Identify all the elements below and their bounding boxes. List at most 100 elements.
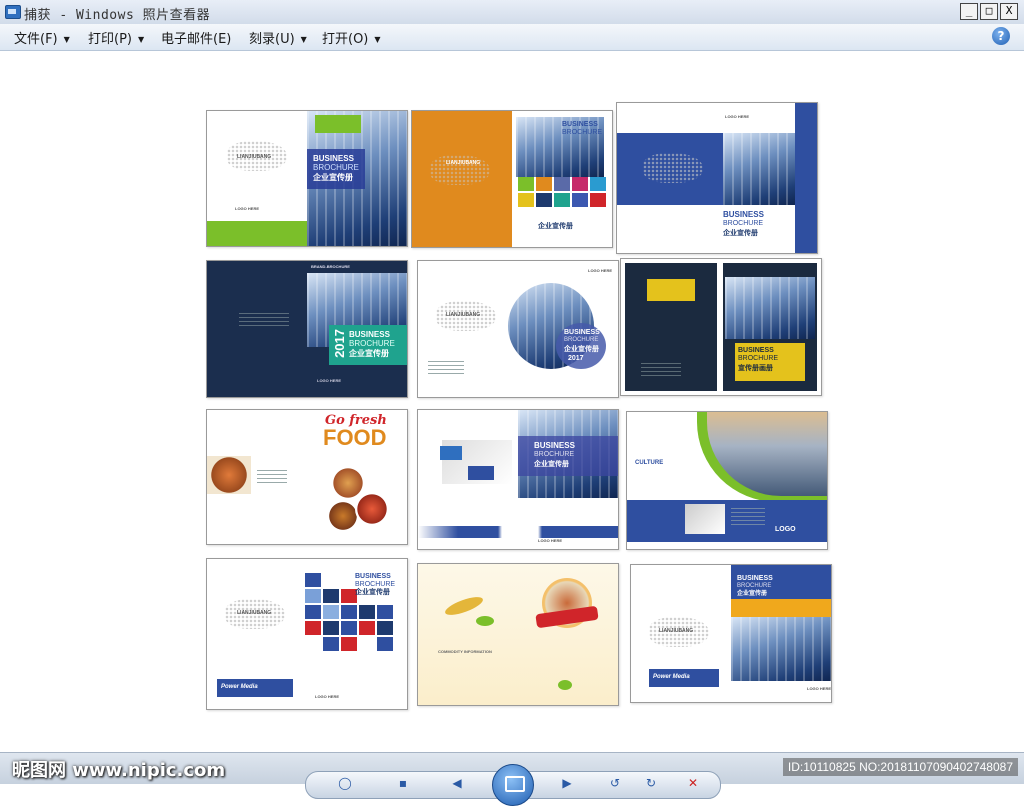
food-photo <box>207 456 251 494</box>
brochure-title-cn: 宣传册画册 <box>738 365 773 372</box>
power-media-label: Power Media <box>221 684 258 690</box>
brochure-thumbnail: COMMODITY INFORMATION <box>417 563 619 706</box>
menu-email[interactable]: 电子邮件(E) <box>161 28 231 47</box>
brochure-title-line1: BUSINESS <box>564 329 600 336</box>
zoom-icon[interactable]: ◯ <box>336 776 354 790</box>
actual-size-icon[interactable]: ▪ <box>394 776 412 790</box>
minimize-button[interactable]: _ <box>960 3 978 20</box>
brochure-title-line1: BUSINESS <box>534 441 575 450</box>
city-photo <box>731 617 831 681</box>
brand-name: LIANJIUBANG <box>446 160 481 166</box>
brochure-title-line2: BROCHURE <box>349 339 395 348</box>
brochure-thumbnail: LIANJIUBANG BUSINESS BROCHURE 企业宣传册 <box>411 110 613 248</box>
brochure-title-line1: BUSINESS <box>562 121 598 128</box>
top-label: BRAND-BROCHURE <box>311 264 350 269</box>
previous-icon[interactable]: ◀ <box>448 776 466 790</box>
brand-name: LIANJIUBANG <box>237 610 272 616</box>
laptop-photo <box>685 504 725 534</box>
brochure-thumbnail: LOGO HERE BUSINESS BROCHURE 企业宣传册 <box>616 102 818 254</box>
status-bar: 昵图网 www.nipic.com ID:10110825 NO:2018110… <box>0 752 1024 806</box>
leaf-badge <box>558 680 572 690</box>
brochure-title-cn: 企业宣传册 <box>564 346 599 353</box>
chevron-down-icon: ▼ <box>374 35 381 44</box>
window-controls: _ □ X <box>960 3 1018 20</box>
menu-email-label: 电子邮件(E) <box>161 32 232 47</box>
brochure-title-cn: 企业宣传册 <box>313 173 353 182</box>
site-watermark: 昵图网 www.nipic.com <box>12 760 226 781</box>
body-text <box>239 313 289 327</box>
blue-band <box>627 500 827 542</box>
brochure-title-line2: BROCHURE <box>313 163 359 172</box>
blue-label <box>440 446 462 460</box>
brochure-title-cn: 企业宣传册 <box>349 349 389 358</box>
yellow-logo-box <box>647 279 695 301</box>
title-bar: 捕获 - Windows 照片查看器 _ □ X <box>0 0 1024 25</box>
logo-text: LOGO HERE <box>235 206 260 211</box>
blue-stripe <box>418 526 618 538</box>
brochure-title-line2: BROCHURE <box>737 583 772 589</box>
logo-text: LOGO HERE <box>315 694 340 699</box>
menu-print-label: 打印(P) <box>88 32 132 47</box>
brochure-title-line1: BUSINESS <box>738 347 774 354</box>
window-title: 捕获 - Windows 照片查看器 <box>24 8 211 23</box>
world-map-graphic <box>643 153 703 183</box>
brochure-thumbnail: BRAND-BROCHURE LOGO HERE 2017 BUSINESS B… <box>206 260 408 398</box>
brochure-thumbnail: LIANJIUBANG Power Media BUSINESS BROCHUR… <box>630 564 832 703</box>
menu-print[interactable]: 打印(P) ▼ <box>88 28 144 47</box>
orange-band <box>731 599 831 617</box>
brochure-title-cn: 企业宣传册 <box>723 230 758 237</box>
close-button[interactable]: X <box>1000 3 1018 20</box>
city-photo <box>723 133 795 205</box>
menu-file-label: 文件(F) <box>14 32 58 47</box>
body-text <box>428 361 464 377</box>
maximize-button[interactable]: □ <box>980 3 998 20</box>
brochure-title-line2: BROCHURE <box>534 451 575 458</box>
logo-text: LOGO HERE <box>317 378 342 383</box>
blue-label <box>468 466 494 480</box>
slideshow-button[interactable] <box>492 764 534 806</box>
food-photo <box>355 492 389 526</box>
city-photo <box>725 277 815 339</box>
delete-icon[interactable]: ✕ <box>684 776 702 790</box>
brochure-title-line2: BROCHURE <box>723 220 764 227</box>
food-photo <box>331 466 365 500</box>
menu-open[interactable]: 打开(O) ▼ <box>322 28 381 47</box>
navigation-controls: ◯ ▪ ◀ ▶ ↺ ↻ ✕ <box>305 764 721 806</box>
menu-burn[interactable]: 刻录(U) ▼ <box>249 28 307 47</box>
next-icon[interactable]: ▶ <box>558 776 576 790</box>
brochure-thumbnail: LOGO HERE LIANJIUBANG BUSINESS BROCHURE … <box>417 260 619 398</box>
brochure-thumbnail: CULTURE LOGO <box>626 411 828 550</box>
rotate-right-icon[interactable]: ↻ <box>642 776 660 790</box>
brochure-title-line2: BROCHURE <box>738 355 779 362</box>
brand-name: LIANJIUBANG <box>446 312 481 318</box>
brochure-title-line2: BROCHURE <box>562 129 603 136</box>
power-media-label: Power Media <box>653 674 690 680</box>
green-band <box>207 221 307 246</box>
logo-text: LOGO HERE <box>588 268 613 273</box>
body-text <box>641 363 681 377</box>
culture-title: CULTURE <box>635 460 664 466</box>
commodity-title: COMMODITY INFORMATION <box>438 649 492 654</box>
menu-file[interactable]: 文件(F) ▼ <box>14 28 70 47</box>
logo-text: LOGO HERE <box>725 114 750 119</box>
menu-burn-label: 刻录(U) <box>249 32 295 47</box>
food-photo <box>327 500 359 532</box>
blue-band <box>795 103 817 253</box>
brochure-title-line1: BUSINESS <box>355 573 391 580</box>
logo-text: LOGO <box>775 526 796 533</box>
brand-name: LIANJIUBANG <box>659 628 694 634</box>
chevron-down-icon: ▼ <box>63 35 70 44</box>
food-title: FOOD <box>323 425 387 450</box>
rotate-left-icon[interactable]: ↺ <box>606 776 624 790</box>
help-icon[interactable]: ? <box>992 27 1010 45</box>
body-text <box>257 470 287 484</box>
brochure-thumbnail: LIANJIUBANG Power Media BUSINESS BROCHUR… <box>206 558 408 710</box>
photo-viewer-icon <box>5 5 21 19</box>
brochure-title-cn: 企业宣传册 <box>737 591 768 597</box>
image-canvas: LIANJIUBANG LOGO HERE BUSINESS BROCHURE … <box>4 52 1020 752</box>
brochure-thumbnail: LIANJIUBANG LOGO HERE BUSINESS BROCHURE … <box>206 110 408 247</box>
leaf-graphic <box>443 593 485 619</box>
green-tab <box>315 115 361 133</box>
brochure-thumbnail: Go fresh FOOD <box>206 409 408 545</box>
logo-text: LOGO HERE <box>538 538 563 543</box>
